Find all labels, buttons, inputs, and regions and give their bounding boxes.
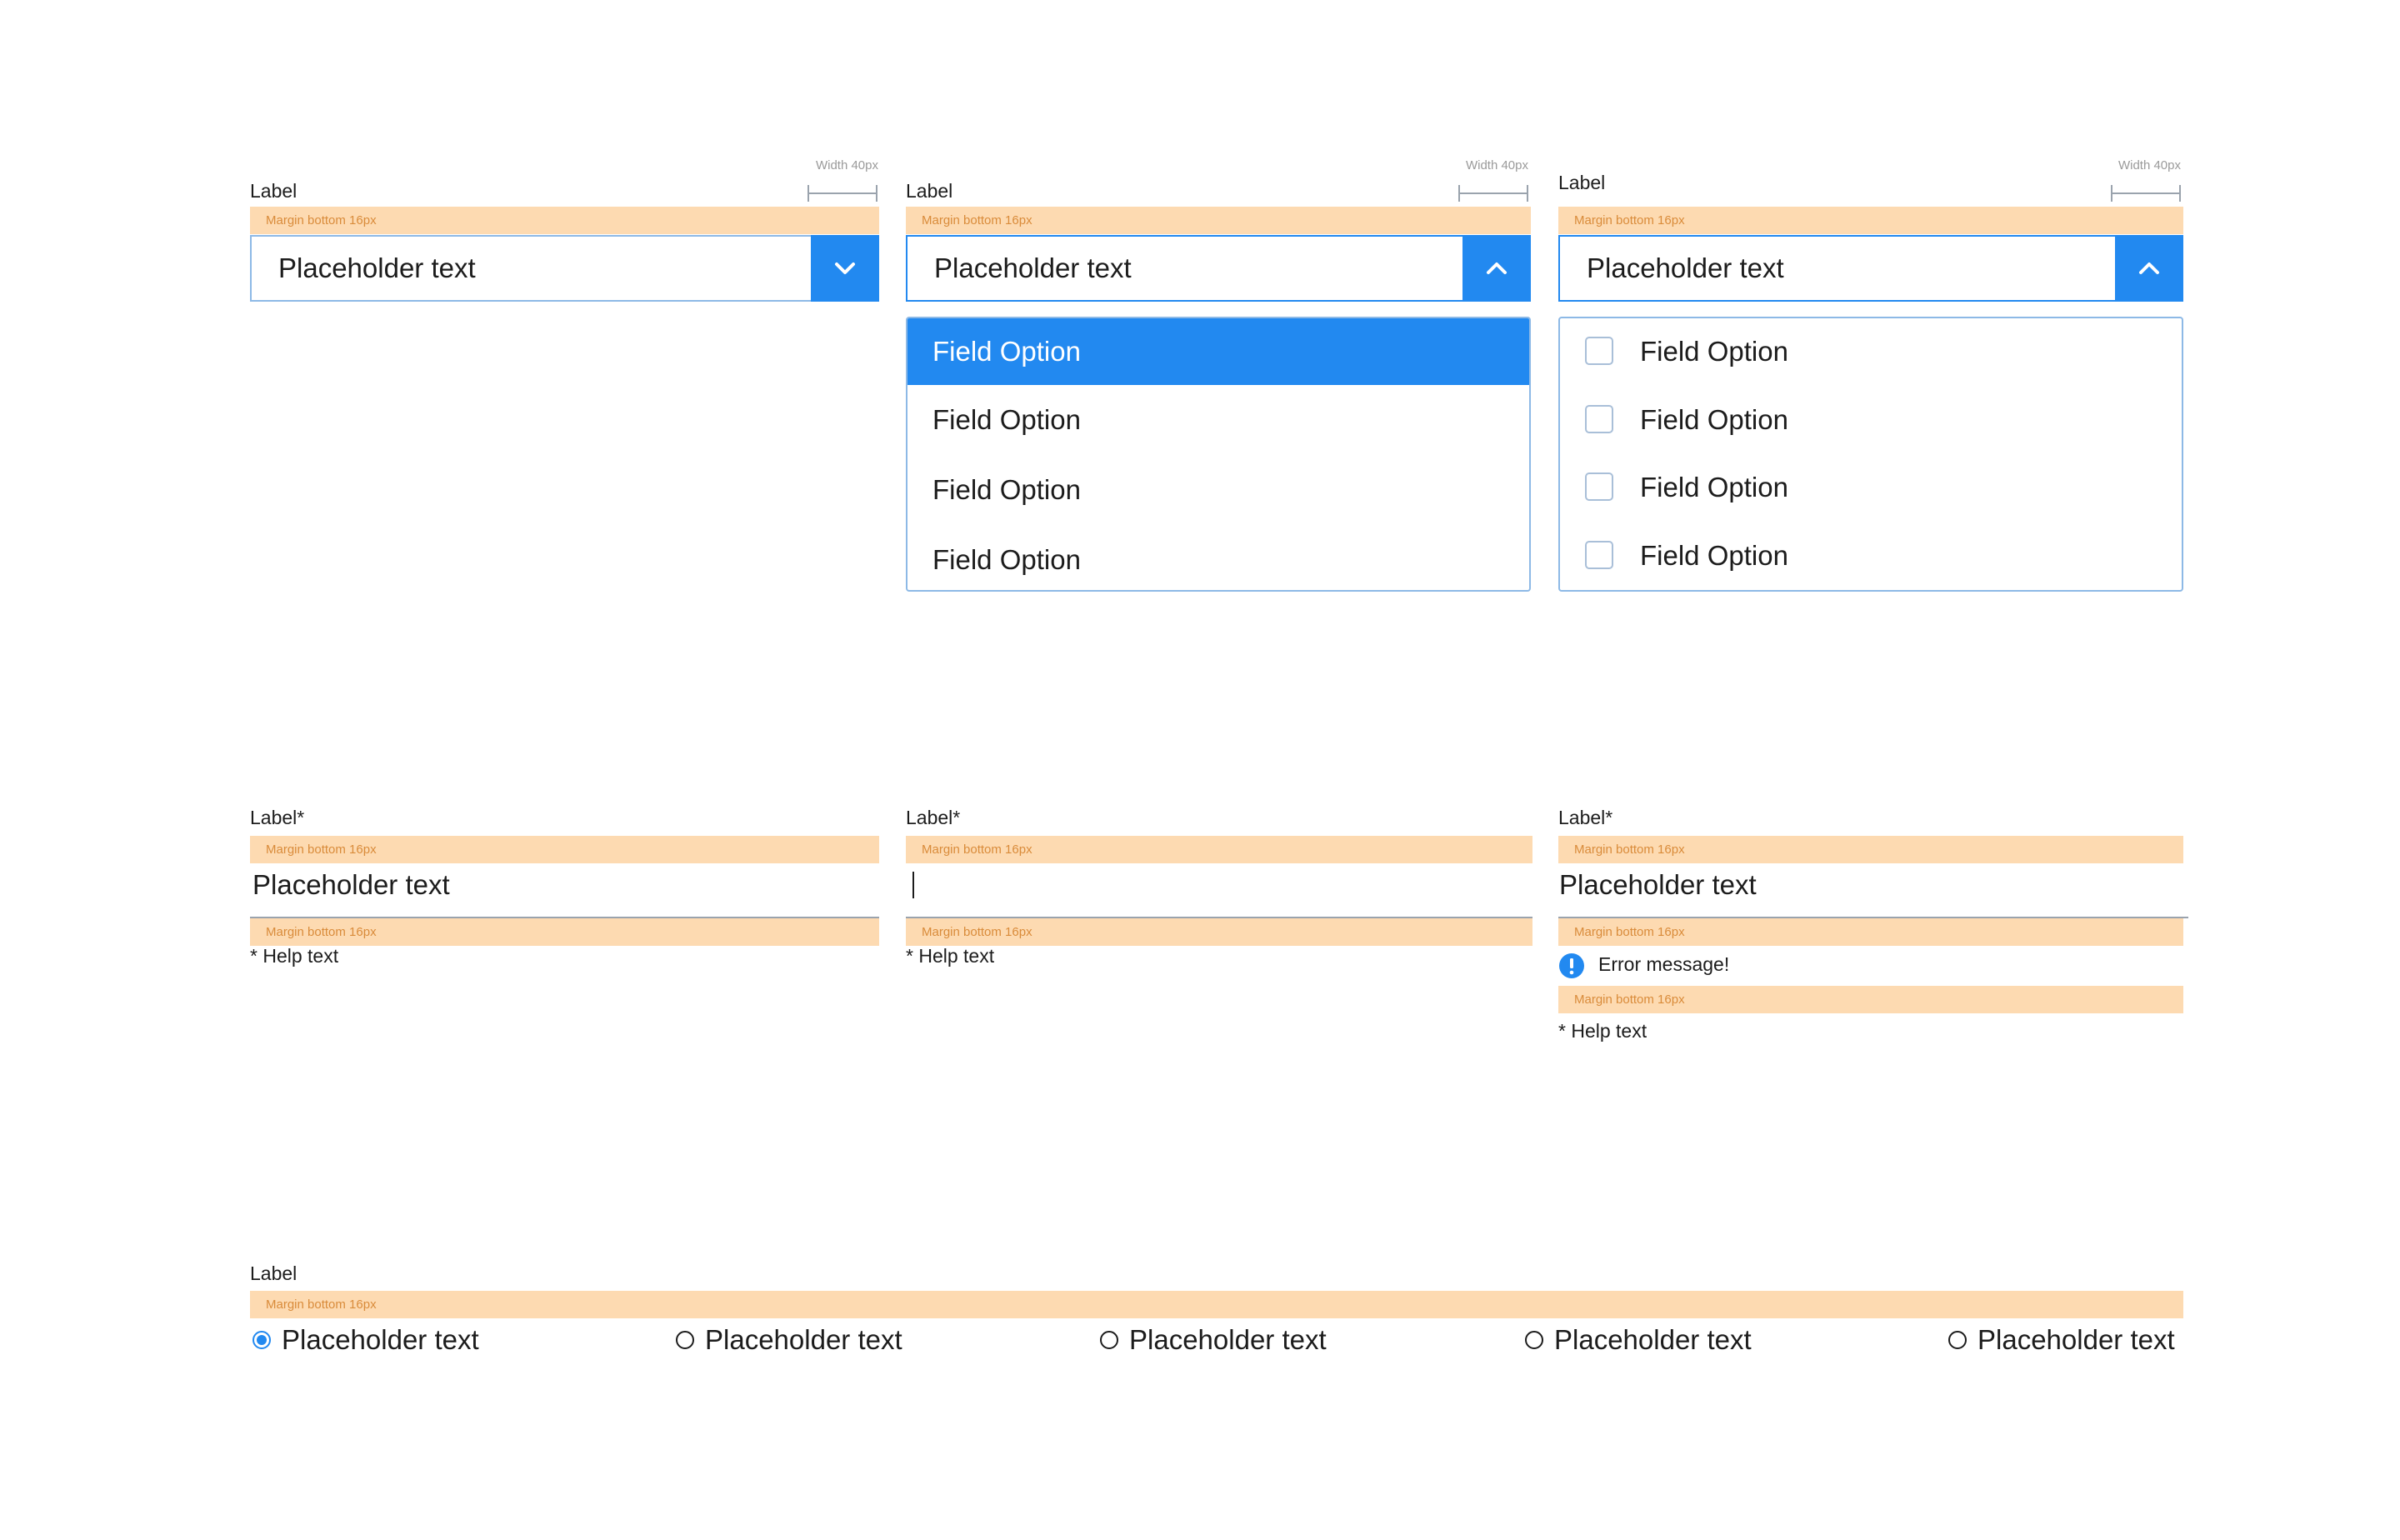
field-label: Label* [250,807,305,828]
margin-annotation: Margin bottom 16px [250,918,879,946]
select-placeholder: Placeholder text [278,252,476,283]
radio-option-label: Placeholder text [1129,1324,1327,1355]
checkbox-options-list: Field Option Field Option Field Option F… [1558,317,2183,592]
margin-annotation: Margin bottom 16px [250,1291,2183,1318]
help-text: * Help text [1558,1020,1648,1042]
margin-annotation: Margin bottom 16px [250,207,879,234]
option-item[interactable]: Field Option [908,387,1529,453]
chevron-up-icon [2139,262,2159,274]
select-placeholder: Placeholder text [934,252,1132,283]
select-field[interactable]: Placeholder text [1558,235,2183,302]
radio-option-label: Placeholder text [1554,1324,1752,1355]
checkbox-option-label: Field Option [1640,404,1788,435]
checkbox-option[interactable]: Field Option [1560,318,2182,385]
margin-annotation: Margin bottom 16px [1558,918,2183,946]
dropdown-label: Label [1558,172,1606,193]
margin-annotation: Margin bottom 16px [906,836,1532,863]
radio-button-checked[interactable] [252,1331,271,1349]
width-annotation: Width 40px [1465,158,1528,172]
select-toggle-button[interactable] [811,235,879,302]
radio-group-label: Label [250,1262,298,1284]
dropdown-label: Label [250,180,298,202]
select-field[interactable]: Placeholder text [250,235,879,302]
help-text: * Help text [906,945,995,967]
radio-option-label: Placeholder text [705,1324,902,1355]
width-annotation: Width 40px [2118,158,2181,172]
radio-option-label: Placeholder text [1978,1324,2175,1355]
checkbox-option-label: Field Option [1640,540,1788,571]
option-item-selected[interactable]: Field Option [908,318,1529,385]
error-icon [1559,953,1584,978]
radio-button[interactable] [1525,1331,1543,1349]
text-cursor [912,872,914,898]
checkbox-option[interactable]: Field Option [1560,522,2182,589]
radio-option-label: Placeholder text [282,1324,479,1355]
error-message: Error message! [1598,953,1730,975]
checkbox-option-label: Field Option [1640,472,1788,502]
chevron-down-icon [835,262,855,274]
options-list: Field Option Field Option Field Option F… [906,317,1531,592]
margin-annotation: Margin bottom 16px [1558,207,2183,234]
width-ruler [2111,185,2181,202]
checkbox-option-label: Field Option [1640,336,1788,367]
select-toggle-button[interactable] [2115,235,2183,302]
option-item[interactable]: Field Option [908,457,1529,523]
radio-button[interactable] [676,1331,694,1349]
chevron-up-icon [1487,262,1507,274]
field-label: Label* [1558,807,1613,828]
margin-annotation: Margin bottom 16px [1558,836,2183,863]
radio-button[interactable] [1100,1331,1118,1349]
text-input[interactable]: Placeholder text [252,871,450,898]
checkbox-option[interactable]: Field Option [1560,387,2182,453]
width-annotation: Width 40px [815,158,878,172]
checkbox[interactable] [1585,337,1613,365]
select-toggle-button[interactable] [1462,235,1531,302]
option-item[interactable]: Field Option [908,527,1529,590]
checkbox-option[interactable]: Field Option [1560,454,2182,521]
margin-annotation: Margin bottom 16px [906,918,1532,946]
checkbox[interactable] [1585,405,1613,433]
width-ruler [1458,185,1528,202]
select-placeholder: Placeholder text [1587,252,1784,283]
checkbox[interactable] [1585,472,1613,501]
width-ruler [808,185,878,202]
dropdown-label: Label [906,180,953,202]
help-text: * Help text [250,945,339,967]
text-input[interactable]: Placeholder text [1559,871,1757,898]
select-field[interactable]: Placeholder text [906,235,1531,302]
margin-annotation: Margin bottom 16px [906,207,1531,234]
radio-button[interactable] [1948,1331,1967,1349]
margin-annotation: Margin bottom 16px [1558,986,2183,1013]
margin-annotation: Margin bottom 16px [250,836,879,863]
checkbox[interactable] [1585,541,1613,569]
field-label: Label* [906,807,961,828]
